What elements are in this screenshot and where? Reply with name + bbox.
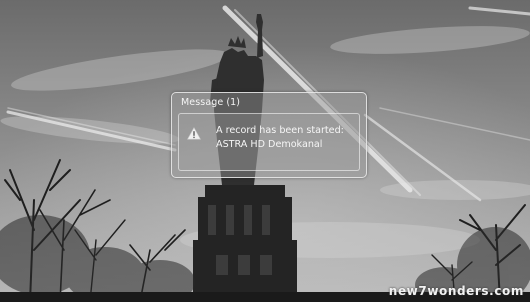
message-text-line-2: ASTRA HD Demokanal bbox=[216, 139, 323, 150]
message-count: (1) bbox=[226, 97, 241, 108]
message-title-label: Message bbox=[181, 97, 224, 108]
message-text-line-1: A record has been started: bbox=[216, 125, 344, 136]
warning-triangle-icon bbox=[187, 127, 201, 140]
message-body: A record has been started: ASTRA HD Demo… bbox=[178, 113, 360, 171]
message-popup-title: Message (1) bbox=[181, 97, 240, 108]
channel-watermark: new7wonders.com bbox=[388, 284, 524, 298]
message-popup[interactable]: Message (1) A record has been started: AS… bbox=[171, 92, 367, 178]
tv-screen: Message (1) A record has been started: AS… bbox=[0, 0, 530, 302]
